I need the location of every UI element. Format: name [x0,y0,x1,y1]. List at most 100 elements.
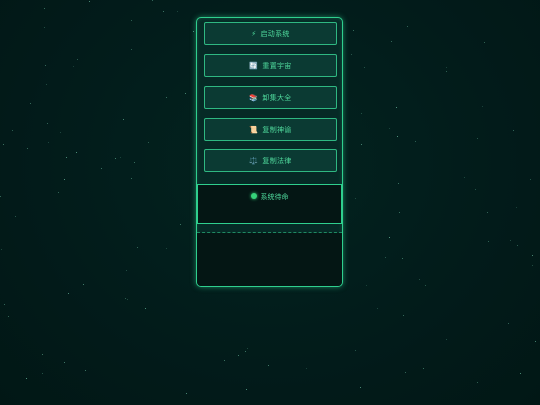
star [131,178,132,179]
star [131,20,132,21]
star [66,157,67,158]
star [245,351,246,352]
star [27,148,28,149]
star [4,304,5,305]
star [487,212,488,213]
star [120,157,121,158]
control-panel: ⚡ 启动系统 🔄 重置宇宙 📚 卸集大全 📜 复制神谕 ⚖️ 复制法律 系统待命 [196,17,343,287]
star [64,179,65,180]
star [361,113,362,114]
star [385,257,386,258]
output-log-area [197,233,342,286]
star [389,237,390,238]
star [488,241,489,242]
star [246,389,247,390]
star [126,270,127,271]
star [513,130,514,131]
star [131,49,132,50]
star [145,308,146,309]
star [446,67,447,68]
star [152,0,153,1]
star [42,373,43,374]
star [60,132,61,133]
star [85,370,86,371]
scales-icon: ⚖️ [249,156,259,165]
star [516,207,517,208]
star [399,212,400,213]
star [101,168,102,169]
star [64,362,65,363]
star [391,41,392,42]
star [482,106,483,107]
star [396,107,397,108]
status-text: 系统待命 [260,193,289,201]
star [134,162,135,163]
star [26,378,27,379]
star [366,285,367,286]
star [163,11,164,12]
star [44,8,45,9]
star [517,245,518,246]
star [364,67,365,68]
collection-button[interactable]: 📚 卸集大全 [204,86,337,109]
star [446,71,447,72]
star [353,30,354,31]
star [15,216,16,217]
star [148,142,149,143]
star [89,1,90,2]
star [397,136,398,137]
star [355,198,356,199]
star [464,177,465,178]
star [423,368,424,369]
star [115,158,116,159]
star [47,123,48,124]
star [360,387,361,388]
star [127,299,128,300]
star [247,348,248,349]
star [530,179,531,180]
star [508,323,509,324]
star [73,66,74,67]
star [389,128,390,129]
star [446,339,447,340]
star [44,27,45,28]
star [3,144,4,145]
star [12,130,13,131]
star [42,354,43,355]
reset-universe-label: 重置宇宙 [262,61,292,70]
copy-oracle-label: 复制神谕 [262,125,292,134]
lightning-icon: ⚡ [251,29,257,38]
star [125,298,126,299]
scroll-icon: 📜 [249,125,259,134]
star [419,279,420,280]
copy-oracle-button[interactable]: 📜 复制神谕 [204,118,337,141]
star [532,265,533,266]
star [185,93,186,94]
star [186,393,187,394]
star [510,240,511,241]
star [306,368,307,369]
star [8,316,9,317]
star [477,382,478,383]
star [180,224,181,225]
star [83,284,84,285]
copy-law-label: 复制法律 [262,156,292,165]
star [46,84,47,85]
star [68,293,69,294]
star [166,248,167,249]
reset-universe-button[interactable]: 🔄 重置宇宙 [204,54,337,77]
star [58,192,59,193]
star [475,189,476,190]
start-system-button[interactable]: ⚡ 启动系统 [204,22,337,45]
star [351,54,352,55]
refresh-icon: 🔄 [249,61,259,70]
star [77,59,78,60]
star [402,258,403,259]
status-dot-icon [250,193,257,199]
status-display: 系统待命 [197,184,342,224]
copy-law-button[interactable]: ⚖️ 复制法律 [204,149,337,172]
collection-label: 卸集大全 [262,93,292,102]
star [48,142,49,143]
star [532,255,533,256]
star [520,373,521,374]
